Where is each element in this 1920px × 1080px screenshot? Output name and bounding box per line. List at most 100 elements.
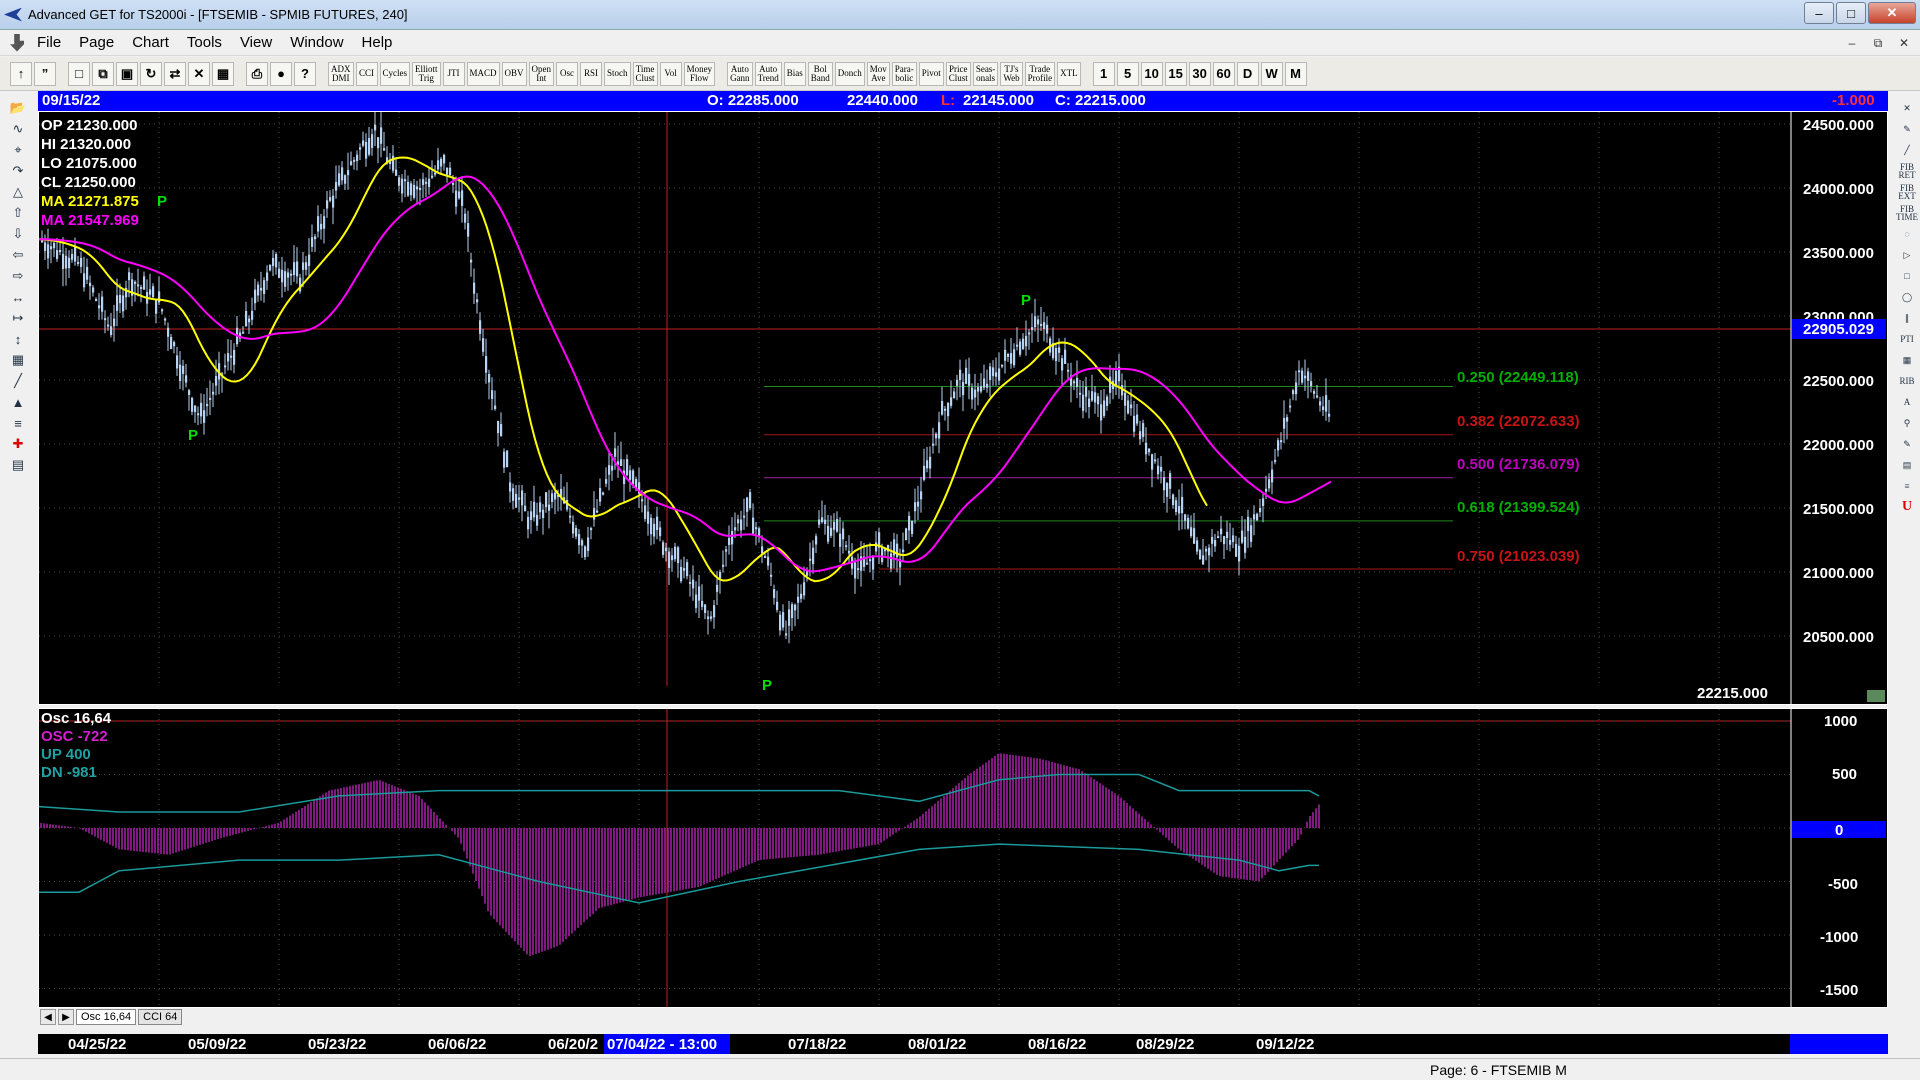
open-icon[interactable]: 📂: [4, 98, 32, 118]
arrow-right-icon[interactable]: ⇨: [4, 266, 32, 286]
table-icon[interactable]: ▤: [1895, 455, 1919, 475]
oscillator-svg[interactable]: Osc 16,64 OSC -722 UP 400 DN -981 1000 5…: [38, 709, 1887, 1007]
menu-help[interactable]: Help: [353, 34, 402, 51]
interval-button-5[interactable]: 60: [1212, 61, 1235, 86]
gann-icon[interactable]: ▲: [4, 392, 32, 412]
study-button-10[interactable]: Stoch: [604, 61, 631, 86]
layout-icon[interactable]: ▦: [212, 61, 234, 86]
help-icon[interactable]: ?: [294, 61, 316, 86]
overlay-button-9[interactable]: Seas- onals: [972, 61, 999, 86]
grid-tool-icon[interactable]: ▦: [1895, 350, 1919, 370]
interval-button-3[interactable]: 15: [1164, 61, 1187, 86]
study-button-1[interactable]: CCI: [355, 61, 378, 86]
compress-icon[interactable]: ↦: [4, 308, 32, 328]
channel-icon[interactable]: ∥: [1895, 308, 1919, 328]
arrow-down-icon[interactable]: ⇩: [4, 224, 32, 244]
study-button-0[interactable]: ADX DMI: [328, 61, 354, 86]
box-icon[interactable]: □: [1895, 266, 1919, 286]
chart-corner-icon[interactable]: [1867, 690, 1885, 702]
arrow-up-icon[interactable]: ⇧: [4, 203, 32, 223]
print-icon[interactable]: ⎙: [246, 61, 268, 86]
hint-icon[interactable]: ●: [270, 61, 292, 86]
elliott-icon[interactable]: ↷: [4, 161, 32, 181]
oscillator-pane[interactable]: Osc 16,64 OSC -722 UP 400 DN -981 1000 5…: [38, 708, 1888, 1008]
copy-icon[interactable]: ⧉: [92, 61, 114, 86]
text-icon[interactable]: A: [1895, 392, 1919, 412]
cross-icon[interactable]: ✕: [1895, 98, 1919, 118]
interval-button-4[interactable]: 30: [1188, 61, 1211, 86]
line-draw-icon[interactable]: ╱: [1895, 140, 1919, 160]
wave-icon[interactable]: ∿: [4, 119, 32, 139]
pencil-icon[interactable]: ✎: [1895, 119, 1919, 139]
fib-retrace-icon[interactable]: FIB RET: [1895, 161, 1919, 181]
tab-osc[interactable]: Osc 16,64: [76, 1009, 137, 1025]
zoom-range-icon[interactable]: ↕: [4, 329, 32, 349]
undo-icon[interactable]: U: [1895, 497, 1919, 517]
lines-icon[interactable]: ╱: [4, 371, 32, 391]
interval-button-1[interactable]: 5: [1116, 61, 1139, 86]
document-icon[interactable]: [10, 33, 24, 52]
pti-icon[interactable]: PTI: [1895, 329, 1919, 349]
pointer-tool-icon[interactable]: ↑: [10, 61, 32, 86]
price-chart-svg[interactable]: P P P 0.250 (22449.118) 0.382 (22072.633…: [38, 107, 1887, 704]
spiral-icon[interactable]: ◌: [1895, 224, 1919, 244]
study-button-7[interactable]: Open Int: [528, 61, 555, 86]
study-button-4[interactable]: JTI: [442, 61, 465, 86]
grid-icon[interactable]: ▦: [4, 350, 32, 370]
interval-button-2[interactable]: 10: [1140, 61, 1163, 86]
price-chart[interactable]: P P P 0.250 (22449.118) 0.382 (22072.633…: [38, 107, 1888, 705]
reset-icon[interactable]: ⌖: [4, 140, 32, 160]
mdi-minimize-button[interactable]: –: [1842, 34, 1862, 52]
study-icon[interactable]: △: [4, 182, 32, 202]
link-icon[interactable]: ⇄: [164, 61, 186, 86]
fan-icon[interactable]: ▷: [1895, 245, 1919, 265]
overlay-button-4[interactable]: Donch: [834, 61, 865, 86]
menu-tools[interactable]: Tools: [178, 34, 231, 51]
mdi-restore-button[interactable]: ⧉: [1868, 34, 1888, 52]
menu-window[interactable]: Window: [281, 34, 352, 51]
overlay-button-8[interactable]: Price Clust: [945, 61, 971, 86]
overlay-button-5[interactable]: Mov Ave: [866, 61, 890, 86]
mdi-close-button[interactable]: ✕: [1894, 34, 1914, 52]
interval-button-8[interactable]: M: [1284, 61, 1307, 86]
magnifier-icon[interactable]: ⚲: [1895, 413, 1919, 433]
overlay-button-12[interactable]: XTL: [1057, 61, 1081, 86]
overlay-button-1[interactable]: Auto Trend: [754, 61, 782, 86]
tab-next-icon[interactable]: ▶: [58, 1009, 74, 1025]
overlay-button-0[interactable]: Auto Gann: [727, 61, 753, 86]
properties-icon[interactable]: ▤: [4, 455, 32, 475]
study-button-3[interactable]: Elliott Trig: [412, 61, 441, 86]
menu-view[interactable]: View: [231, 34, 281, 51]
ellipse-icon[interactable]: ◯: [1895, 287, 1919, 307]
menu-file[interactable]: File: [28, 34, 70, 51]
maximize-button[interactable]: □: [1836, 2, 1866, 24]
new-page-icon[interactable]: □: [68, 61, 90, 86]
fib-icon[interactable]: ≡: [4, 413, 32, 433]
study-button-6[interactable]: OBV: [501, 61, 527, 86]
menu-page[interactable]: Page: [70, 34, 123, 51]
overlay-button-2[interactable]: Bias: [783, 61, 806, 86]
rib-icon[interactable]: RIB: [1895, 371, 1919, 391]
overlay-button-7[interactable]: Pivot: [918, 61, 944, 86]
overlay-button-11[interactable]: Trade Profile: [1024, 61, 1056, 86]
menu-chart[interactable]: Chart: [123, 34, 178, 51]
overlay-button-6[interactable]: Para- bolic: [891, 61, 917, 86]
study-button-13[interactable]: Money Flow: [683, 61, 716, 86]
study-button-2[interactable]: Cycles: [379, 61, 410, 86]
quote-icon[interactable]: ”: [34, 61, 56, 86]
interval-button-0[interactable]: 1: [1092, 61, 1115, 86]
save-icon[interactable]: ▣: [116, 61, 138, 86]
tab-cci[interactable]: CCI 64: [138, 1009, 183, 1025]
crosshair-icon[interactable]: ✚: [4, 434, 32, 454]
close-button[interactable]: ✕: [1868, 2, 1916, 24]
arrow-left-icon[interactable]: ⇦: [4, 245, 32, 265]
delete-icon[interactable]: ✕: [188, 61, 210, 86]
interval-button-7[interactable]: W: [1260, 61, 1283, 86]
overlay-button-10[interactable]: TJ's Web: [1000, 61, 1023, 86]
study-button-9[interactable]: RSI: [580, 61, 603, 86]
expand-icon[interactable]: ↔: [4, 287, 32, 307]
overlay-button-3[interactable]: Bol Band: [807, 61, 833, 86]
tab-prev-icon[interactable]: ◀: [40, 1009, 56, 1025]
study-button-11[interactable]: Time Clust: [632, 61, 658, 86]
study-button-8[interactable]: Osc: [556, 61, 579, 86]
